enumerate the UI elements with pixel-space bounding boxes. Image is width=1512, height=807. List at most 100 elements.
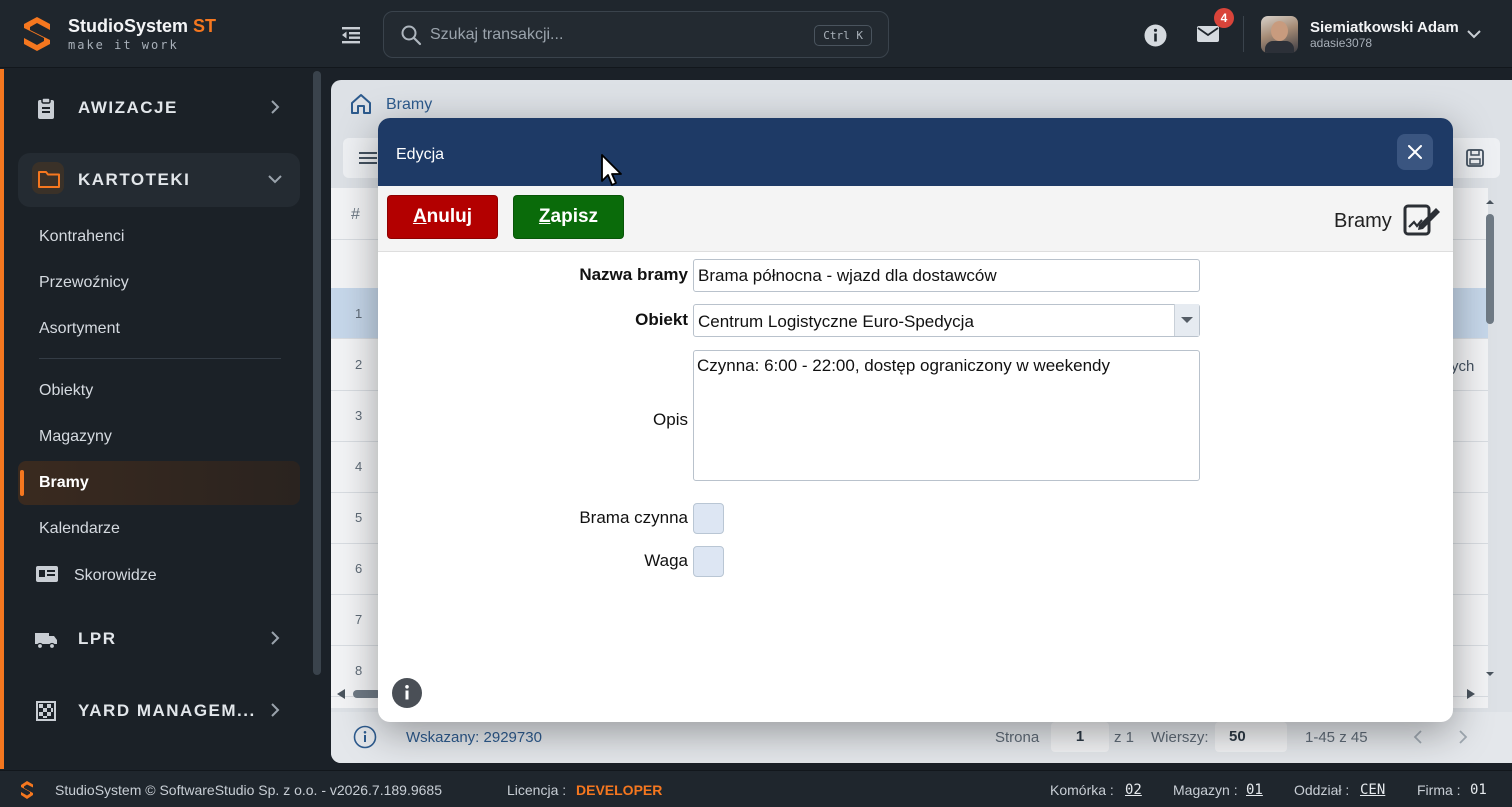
- studiosystem-logo-icon: [21, 781, 33, 799]
- top-bar: StudioSystem ST make it work Ctrl K 4 Si…: [0, 0, 1512, 68]
- sidebar-item-kalendarze[interactable]: Kalendarze: [39, 520, 120, 538]
- sidebar-section-lpr[interactable]: LPR: [18, 612, 300, 666]
- chevron-left-icon[interactable]: [1413, 730, 1423, 744]
- gate-name-input[interactable]: [693, 259, 1200, 292]
- user-name[interactable]: Siemiatkowski Adam: [1310, 19, 1459, 36]
- brand: StudioSystem ST make it work: [68, 16, 216, 52]
- object-label: Obiekt: [635, 310, 688, 329]
- grid-icon: [36, 701, 56, 721]
- sidebar-section-awizacje[interactable]: AWIZACJE: [18, 81, 300, 135]
- row-number: 8: [355, 663, 363, 678]
- sidebar-scrollbar[interactable]: [313, 71, 321, 675]
- chevron-right-icon: [271, 100, 280, 114]
- caret-down-icon: [1181, 317, 1193, 323]
- chevron-down-icon[interactable]: [1466, 28, 1482, 40]
- menu-collapse-icon[interactable]: [340, 24, 362, 46]
- select-toggle[interactable]: [1174, 304, 1199, 336]
- brand-name: StudioSystem ST: [68, 16, 217, 36]
- record-range: 1-45 z 45: [1305, 729, 1368, 746]
- rows-label: Wierszy:: [1151, 729, 1209, 746]
- info-icon[interactable]: [1144, 24, 1167, 47]
- row-number: 3: [355, 408, 363, 423]
- chevron-right-icon[interactable]: [1458, 730, 1468, 744]
- row-number: 5: [355, 510, 363, 525]
- menu-icon[interactable]: [359, 150, 377, 166]
- gate-name-label: Nazwa bramy: [579, 265, 688, 284]
- company-label: Firma :: [1417, 782, 1461, 798]
- sidebar-item-magazyny[interactable]: Magazyny: [39, 428, 112, 446]
- sidebar-item-skorowidze[interactable]: Skorowidze: [74, 567, 157, 585]
- sidebar-item-przewoznicy[interactable]: Przewoźnicy: [39, 274, 129, 292]
- search-icon: [401, 25, 422, 46]
- studiosystem-logo-icon: [24, 17, 50, 51]
- rows-per-page-select[interactable]: 50: [1215, 722, 1287, 752]
- license-value: DEVELOPER: [576, 782, 663, 798]
- close-icon: [1408, 145, 1422, 159]
- mail-icon[interactable]: [1196, 24, 1220, 44]
- home-icon[interactable]: [349, 92, 373, 116]
- description-textarea[interactable]: Czynna: 6:00 - 22:00, dostęp ograniczony…: [693, 350, 1200, 481]
- sidebar-item-kontrahenci[interactable]: Kontrahenci: [39, 228, 124, 246]
- scale-checkbox[interactable]: [693, 546, 724, 577]
- sidebar-section-label: KARTOTEKI: [78, 170, 191, 189]
- sidebar-item-obiekty[interactable]: Obiekty: [39, 382, 93, 400]
- row-number: 7: [355, 612, 363, 627]
- user-login: adasie3078: [1310, 36, 1373, 50]
- sidebar-section-label: LPR: [78, 629, 117, 648]
- close-button[interactable]: [1397, 134, 1433, 170]
- license-label: Licencja :: [507, 782, 567, 798]
- sidebar-section-kartoteki[interactable]: KARTOTEKI: [18, 153, 300, 207]
- row-number: 1: [355, 306, 363, 321]
- row-number: 6: [355, 561, 363, 576]
- cancel-button[interactable]: Anuluj: [387, 195, 498, 239]
- branch-value[interactable]: CEN: [1360, 782, 1385, 798]
- chevron-right-icon: [271, 703, 280, 717]
- notification-badge: 4: [1214, 8, 1234, 28]
- gate-active-label: Brama czynna: [579, 508, 688, 527]
- save-button[interactable]: Zapisz: [513, 195, 624, 239]
- sidebar-item-asortyment[interactable]: Asortyment: [39, 320, 120, 338]
- dialog-header: Edycja: [378, 118, 1453, 186]
- description-label: Opis: [653, 410, 688, 429]
- object-select[interactable]: Centrum Logistyczne Euro-Spedycja: [693, 304, 1200, 337]
- warehouse-value[interactable]: 01: [1246, 782, 1263, 798]
- selected-record: Wskazany: 2929730: [406, 729, 542, 746]
- chevron-down-icon: [268, 175, 282, 184]
- folder-icon: [38, 171, 60, 188]
- search-box[interactable]: Ctrl K: [383, 11, 889, 58]
- edit-dialog: Edycja Anuluj Zapisz Bramy Nazwa bramy O…: [378, 118, 1453, 722]
- gate-active-checkbox[interactable]: [693, 503, 724, 534]
- search-input[interactable]: [430, 22, 790, 48]
- brand-tagline: make it work: [68, 38, 179, 52]
- truck-icon: [35, 633, 57, 650]
- grid-cell-text: ych: [1451, 358, 1475, 375]
- grid-vertical-scrollbar[interactable]: [1485, 200, 1495, 680]
- edit-document-icon: [1403, 204, 1440, 236]
- sidebar-item-bramy[interactable]: Bramy: [39, 474, 89, 492]
- dialog-info-button[interactable]: [392, 678, 422, 708]
- save-icon[interactable]: [1465, 148, 1485, 168]
- page-number-input[interactable]: 1: [1051, 722, 1109, 752]
- cell-value[interactable]: 02: [1125, 782, 1142, 798]
- sidebar-section-yard[interactable]: YARD MANAGEM...: [18, 684, 300, 738]
- copyright: StudioSystem © SoftwareStudio Sp. z o.o.…: [55, 782, 442, 798]
- company-value[interactable]: 01: [1470, 782, 1487, 798]
- row-number: 4: [355, 459, 363, 474]
- grid-header-number: #: [351, 206, 360, 223]
- page-count: z 1: [1114, 729, 1135, 746]
- clipboard-icon: [38, 97, 54, 119]
- page-label: Strona: [995, 729, 1040, 746]
- sidebar-section-label: AWIZACJE: [78, 98, 178, 117]
- status-bar: StudioSystem © SoftwareStudio Sp. z o.o.…: [0, 770, 1512, 807]
- avatar[interactable]: [1261, 16, 1298, 53]
- top-divider: [1243, 16, 1244, 52]
- dialog-toolbar: Anuluj Zapisz Bramy: [378, 186, 1453, 252]
- branch-label: Oddział :: [1294, 782, 1350, 798]
- info-icon[interactable]: [353, 725, 377, 749]
- scale-label: Waga: [644, 551, 688, 570]
- cell-label: Komórka :: [1050, 782, 1114, 798]
- dialog-entity-name: Bramy: [1334, 210, 1392, 232]
- row-number: 2: [355, 357, 363, 372]
- sidebar-divider: [39, 358, 281, 359]
- breadcrumb[interactable]: Bramy: [386, 96, 432, 114]
